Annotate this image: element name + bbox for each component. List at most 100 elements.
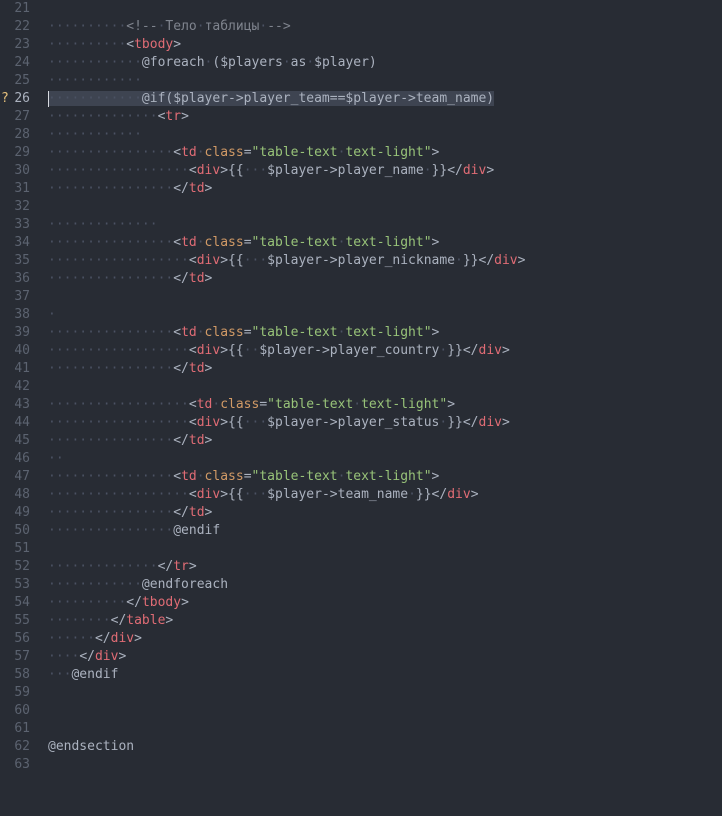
code-line[interactable]: 61 [0,720,722,738]
code-token: --> [267,19,291,34]
whitespace-marker: ·········· [48,595,127,610]
code-line[interactable]: 60 [0,702,722,720]
code-token: div [494,253,518,268]
whitespace-marker: ·················· [48,253,189,268]
code-line[interactable]: 43 ··················<td · class="table-tex… [0,396,722,414]
code-token: td [181,235,197,250]
whitespace-marker: ········ [48,613,111,628]
code-line[interactable]: 24 ············@foreach·($players·as·$pla… [0,54,722,72]
code-line[interactable]: 35 ··················<div>{{···$player->p… [0,252,722,270]
code-line[interactable]: 55 ········</table> [0,612,722,630]
code-token: div [478,343,502,358]
code-token: < [188,487,197,502]
code-token: $player->player_name [267,163,424,178]
code-line[interactable]: 42 [0,378,722,396]
code-line[interactable]: 62 @endsection [0,738,722,756]
code-token: td [188,181,205,196]
code-line[interactable]: 46 ·· [0,450,722,468]
code-token: </ [79,649,95,664]
code-token: </ [110,613,127,628]
code-line[interactable]: 48 ··················<div>{{···$player->t… [0,486,722,504]
whitespace-marker: ············ [48,127,142,142]
code-token: </ [157,559,174,574]
whitespace-marker: · [48,307,56,322]
whitespace-marker: ················ [48,361,174,376]
code-line[interactable]: 41 ················</td> [0,360,722,378]
code-line[interactable]: 23 ··········<tbody> [0,36,722,54]
code-line[interactable]: 40 ··················<div>{{··$player->pl… [0,342,722,360]
code-line[interactable]: 39 ················<td·class="table-text·… [0,324,722,342]
whitespace-marker: ·················· [48,343,189,358]
code-line[interactable]: 21 [0,0,722,18]
code-line[interactable]: 54 ··········</tbody> [0,594,722,612]
line-code: ··········</tbody> [48,594,189,612]
whitespace-marker: · [196,469,205,484]
code-token: td [188,433,205,448]
line-code: ·············· [48,216,158,234]
code-line[interactable]: 37 [0,288,722,306]
whitespace-marker: · [423,163,432,178]
whitespace-marker: · [353,397,362,412]
code-line[interactable]: 22 ··········<!--·Тело·таблицы·--> [0,18,722,36]
line-code: ················<td·class="table-text·te… [48,144,439,162]
code-line[interactable]: 52 ··············</tr> [0,558,722,576]
code-line[interactable]: 26? ············@if($player->player_team=… [0,90,722,108]
code-token: td [181,325,197,340]
code-token: < [173,145,182,160]
line-number: 22 [14,19,30,34]
code-token: > [501,415,510,430]
line-code: ··················<div>{{···$player->pla… [48,414,510,432]
line-number: 58 [14,667,30,682]
code-line[interactable]: 32 [0,198,722,216]
code-line[interactable]: 50 ················@endif [0,522,722,540]
code-line[interactable]: 45 ················</td> [0,432,722,450]
line-number: 35 [14,253,30,268]
code-token: = [243,145,252,160]
line-number: 63 [14,757,30,772]
code-token: </ [126,595,142,610]
code-line[interactable]: 29 ················<td·class="table-text·… [0,144,722,162]
code-line[interactable]: 59 [0,684,722,702]
code-token: > [204,505,213,520]
code-token: class [204,469,244,484]
code-token: "table-text [251,235,338,250]
code-line[interactable]: 31 ················</td> [0,180,722,198]
code-line[interactable]: 34 ················<td·class="table-text·… [0,234,722,252]
code-line[interactable]: 27 ··············<tr> [0,108,722,126]
code-line[interactable]: 53 ············@endforeach [0,576,722,594]
code-editor[interactable]: 21 22 ··········<!--·Тело·таблицы·--> 23 ···… [0,0,722,816]
code-token: $player->team_name [267,487,409,502]
code-line[interactable]: 25 ············ [0,72,722,90]
code-line[interactable]: 38 · [0,306,722,324]
code-line[interactable]: 58 ···@endif [0,666,722,684]
code-token: > [501,343,510,358]
code-token: > [134,631,142,646]
code-token: < [188,343,197,358]
code-line[interactable]: 36 ················</td> [0,270,722,288]
code-line[interactable]: 56 ······</div> [0,630,722,648]
code-token: @if($player->player_team==$player->team_… [141,91,495,106]
lint-warning-marker[interactable]: ? [1,90,9,108]
whitespace-marker: ············ [48,577,142,592]
line-number: 37 [14,289,30,304]
code-line[interactable]: 33 ·············· [0,216,722,234]
code-token: div [196,343,221,358]
code-token: }}</ [415,487,448,502]
code-token: >{{ [220,343,244,358]
code-line[interactable]: 30 ··················<div>{{···$player->p… [0,162,722,180]
code-line[interactable]: 57 ····</div> [0,648,722,666]
code-token: div [462,163,487,178]
code-line[interactable]: 28 ············ [0,126,722,144]
line-number: 36 [14,271,30,286]
code-line[interactable]: 63 [0,756,722,774]
code-line[interactable]: 44 ··················<div>{{···$player->p… [0,414,722,432]
code-token: tbody [141,595,182,610]
code-token: </ [173,433,189,448]
code-token: $player->player_nickname [267,253,456,268]
code-line[interactable]: 49 ················</td> [0,504,722,522]
code-line[interactable]: 51 [0,540,722,558]
line-number: 60 [14,703,30,718]
code-line[interactable]: 47 ················<td·class="table-text·… [0,468,722,486]
whitespace-marker: · [439,343,448,358]
code-token: < [188,415,197,430]
